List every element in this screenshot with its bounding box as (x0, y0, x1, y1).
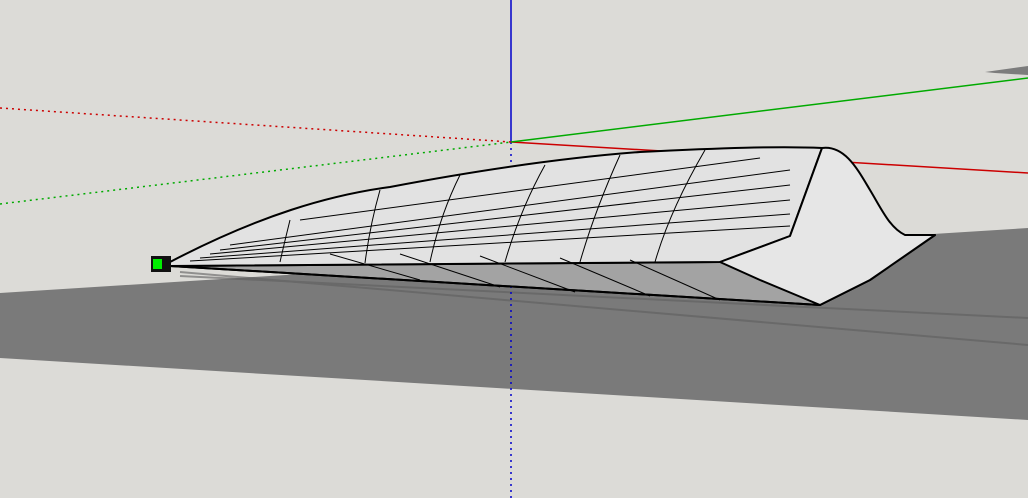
red-axis-negative (0, 107, 512, 143)
3d-viewport[interactable] (0, 0, 1028, 498)
green-axis-positive (510, 77, 1028, 143)
endpoint-marker[interactable] (151, 256, 171, 272)
distant-object (985, 66, 1028, 75)
